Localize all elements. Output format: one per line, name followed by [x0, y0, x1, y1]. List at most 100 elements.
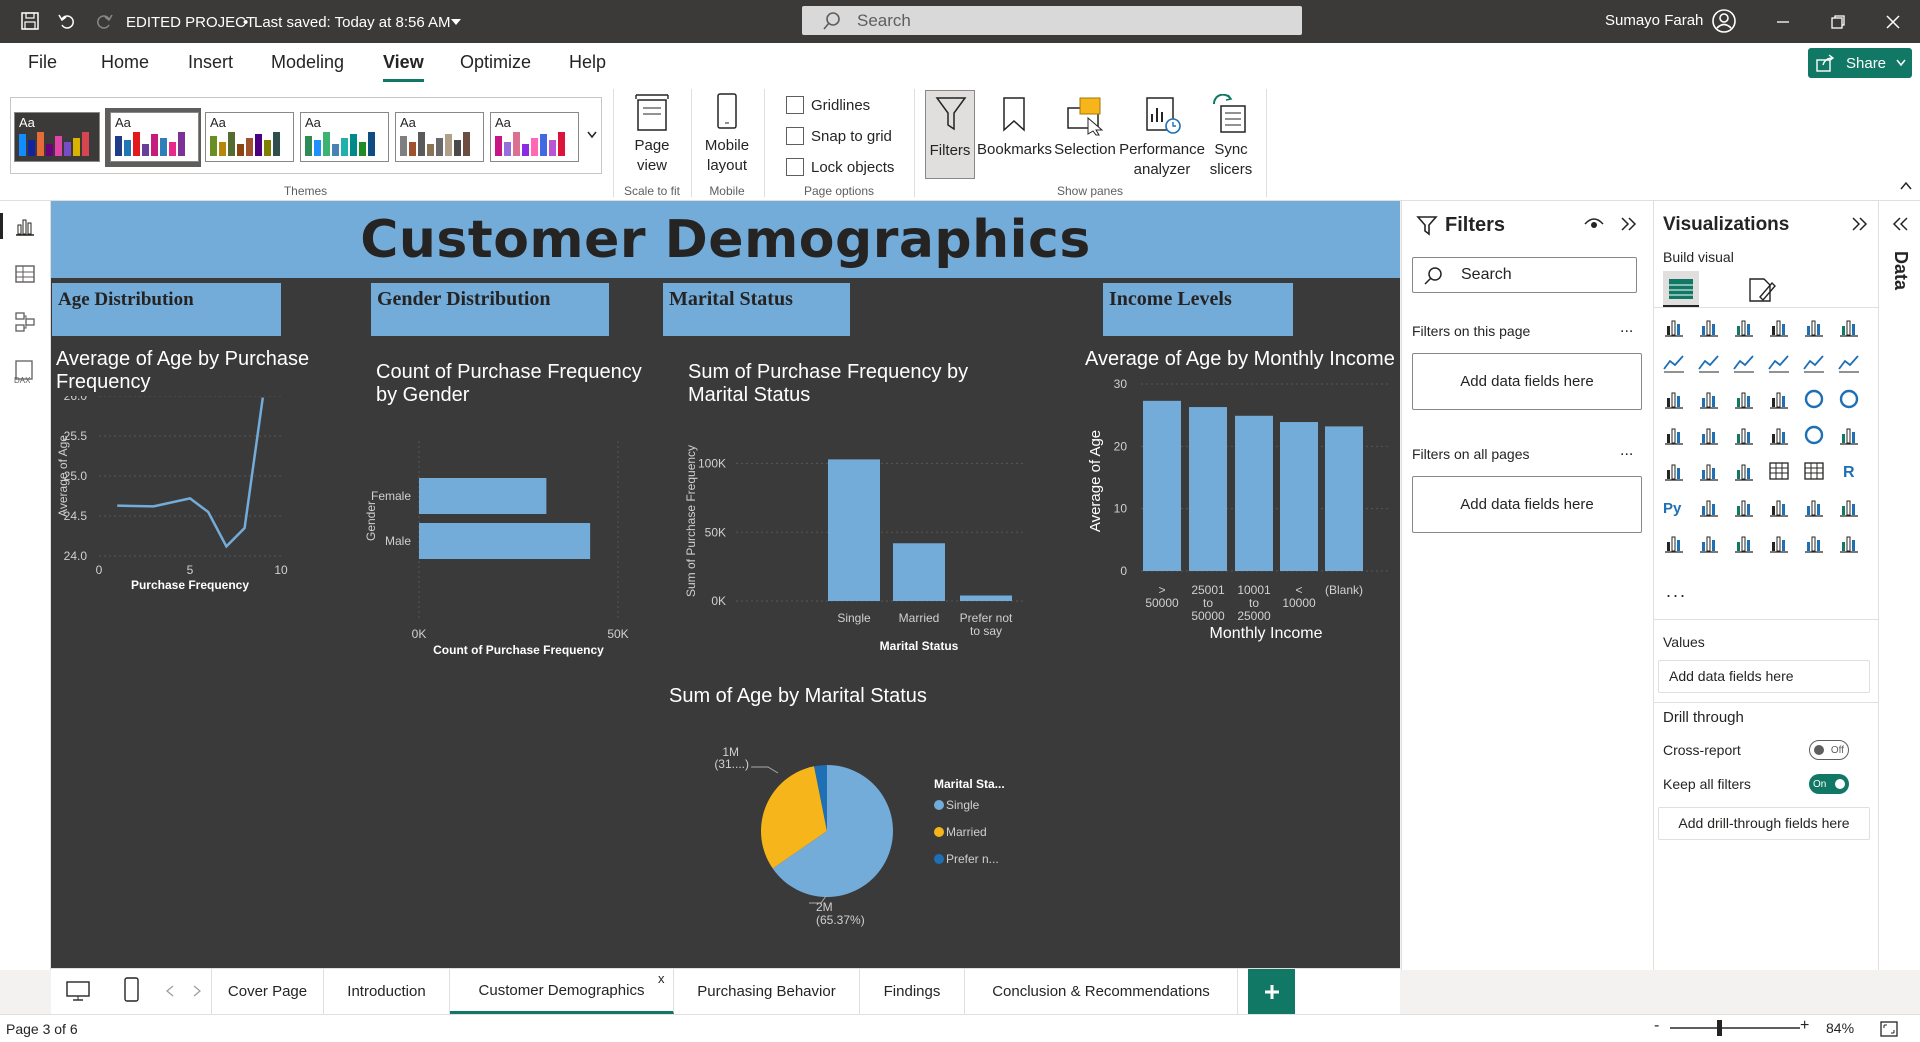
- pie-chart-icon[interactable]: [1802, 387, 1826, 411]
- qa-visual-icon[interactable]: [1767, 495, 1791, 519]
- filters-pane-button[interactable]: Filters: [925, 90, 975, 179]
- share-button[interactable]: Share: [1808, 48, 1912, 78]
- scroll-right-icon[interactable]: [192, 985, 202, 997]
- area-chart-icon[interactable]: [1697, 351, 1721, 375]
- collapse-pane-icon[interactable]: [1851, 216, 1869, 232]
- tab-close-icon[interactable]: x: [658, 971, 665, 986]
- more-options-icon[interactable]: ...: [1620, 442, 1633, 460]
- bookmarks-pane-button[interactable]: Bookmarks: [977, 90, 1052, 179]
- mobile-layout-button[interactable]: Mobile layout: [697, 89, 757, 179]
- age-by-income-bar-chart[interactable]: 3020100> 5000025001to5000010001to25000< …: [1081, 376, 1400, 656]
- filled-map-chart-icon[interactable]: [1732, 423, 1756, 447]
- funnel-chart-icon[interactable]: [1732, 387, 1756, 411]
- azure-ai-visual-icon[interactable]: [1767, 531, 1791, 555]
- page-view-button[interactable]: Page view: [623, 89, 681, 179]
- zoom-slider-handle[interactable]: [1717, 1020, 1722, 1036]
- card-chart-icon[interactable]: [1837, 423, 1861, 447]
- theme-option[interactable]: Aa: [14, 112, 100, 162]
- mobile-layout-icon[interactable]: [123, 976, 141, 1004]
- fit-to-page-icon[interactable]: [1880, 1020, 1898, 1038]
- dax-query-view-icon[interactable]: DAX: [12, 359, 38, 385]
- key-influencers-icon[interactable]: [1697, 495, 1721, 519]
- chevron-down-icon[interactable]: [450, 17, 462, 27]
- cross-report-toggle[interactable]: Off: [1809, 740, 1849, 760]
- save-icon[interactable]: [20, 11, 40, 31]
- menu-file[interactable]: File: [28, 52, 57, 73]
- theme-option[interactable]: Aa: [490, 112, 579, 162]
- frequency-by-gender-bar-chart[interactable]: Female Male 0K 50KCount of Purchase Frequen…: [361, 421, 681, 671]
- menu-home[interactable]: Home: [101, 52, 149, 73]
- tab-cover-page[interactable]: Cover Page: [212, 969, 324, 1014]
- model-view-icon[interactable]: [14, 311, 36, 333]
- theme-option[interactable]: Aa: [300, 112, 389, 162]
- performance-analyzer-button[interactable]: Performance analyzer: [1119, 90, 1205, 195]
- avatar-icon[interactable]: [1711, 8, 1737, 34]
- line-chart-icon[interactable]: [1662, 351, 1686, 375]
- multi-row-card-icon[interactable]: [1662, 459, 1686, 483]
- python-visual-icon[interactable]: Py: [1662, 495, 1686, 519]
- minimize-icon[interactable]: [1775, 14, 1791, 30]
- report-view-icon[interactable]: [14, 215, 36, 237]
- paginated-report-icon[interactable]: [1662, 531, 1686, 555]
- drill-through-dropzone[interactable]: Add drill-through fields here: [1658, 807, 1870, 840]
- treemap-chart-icon[interactable]: [1662, 423, 1686, 447]
- age-by-marital-pie-chart[interactable]: 2M(65.37%)1M(31....)Marital Sta...Single…: [671, 721, 1091, 951]
- menu-view[interactable]: View: [383, 52, 424, 82]
- more-visual-icon[interactable]: [1837, 531, 1861, 555]
- donut-chart-icon[interactable]: [1837, 387, 1861, 411]
- menu-modeling[interactable]: Modeling: [271, 52, 344, 73]
- scroll-left-icon[interactable]: [165, 985, 175, 997]
- lock-objects-checkbox[interactable]: [786, 158, 804, 176]
- power-automate-icon[interactable]: [1732, 531, 1756, 555]
- r-script-visual-icon[interactable]: R: [1837, 459, 1861, 483]
- tab-findings[interactable]: Findings: [860, 969, 965, 1014]
- waterfall-chart-icon[interactable]: [1697, 387, 1721, 411]
- stacked-area-chart-icon[interactable]: [1732, 351, 1756, 375]
- selection-pane-button[interactable]: Selection: [1051, 90, 1119, 179]
- snap-to-grid-checkbox[interactable]: [786, 127, 804, 145]
- zoom-out-icon[interactable]: -: [1654, 1017, 1659, 1035]
- collapse-pane-icon[interactable]: [1620, 216, 1638, 232]
- 100-stacked-column-chart-icon[interactable]: [1837, 315, 1861, 339]
- ribbon-chart-icon[interactable]: [1662, 387, 1686, 411]
- more-visuals-icon[interactable]: ...: [1666, 581, 1687, 602]
- zoom-in-icon[interactable]: +: [1800, 1017, 1809, 1035]
- gauge-chart-icon[interactable]: [1802, 423, 1826, 447]
- map-chart-icon[interactable]: [1697, 423, 1721, 447]
- zoom-level[interactable]: 84%: [1826, 1020, 1854, 1036]
- clustered-column-chart-icon[interactable]: [1767, 315, 1791, 339]
- collapse-ribbon-icon[interactable]: [1900, 181, 1912, 191]
- tab-customer-demographics[interactable]: Customer Demographics x: [450, 969, 674, 1014]
- redo-icon[interactable]: [94, 11, 114, 31]
- theme-option[interactable]: Aa: [110, 112, 199, 162]
- frequency-by-marital-bar-chart[interactable]: 100K 50K 0K Single Married Prefer notto say Ma…: [681, 416, 1041, 671]
- filters-on-page-dropzone[interactable]: Add data fields here: [1412, 353, 1642, 410]
- stacked-bar-chart-icon[interactable]: [1662, 315, 1686, 339]
- restore-icon[interactable]: [1830, 14, 1846, 30]
- theme-expand-icon[interactable]: [587, 131, 597, 139]
- format-visual-icon[interactable]: [1746, 275, 1776, 305]
- decomposition-tree-icon[interactable]: [1732, 495, 1756, 519]
- filters-on-all-pages-dropzone[interactable]: Add data fields here: [1412, 476, 1642, 533]
- desktop-layout-icon[interactable]: [65, 978, 91, 1004]
- age-by-frequency-line-chart[interactable]: 26.025.525.024.524.00 5 10Purchase Frequen…: [51, 396, 351, 646]
- 100-stacked-area-chart-icon[interactable]: [1767, 351, 1791, 375]
- keep-all-filters-toggle[interactable]: On: [1809, 774, 1849, 794]
- tab-introduction[interactable]: Introduction: [324, 969, 450, 1014]
- tab-conclusion-recommendations[interactable]: Conclusion & Recommendations: [965, 969, 1238, 1014]
- slicer-chart-icon[interactable]: [1732, 459, 1756, 483]
- sync-slicers-button[interactable]: Sync slicers: [1205, 90, 1257, 195]
- tab-purchasing-behavior[interactable]: Purchasing Behavior: [674, 969, 860, 1014]
- menu-insert[interactable]: Insert: [188, 52, 233, 73]
- gridlines-checkbox[interactable]: [786, 96, 804, 114]
- theme-option[interactable]: Aa: [395, 112, 484, 162]
- filters-search-input[interactable]: Search: [1412, 257, 1637, 293]
- more-options-icon[interactable]: ...: [1620, 319, 1633, 337]
- close-icon[interactable]: [1885, 14, 1901, 30]
- stacked-column-chart-icon[interactable]: [1697, 315, 1721, 339]
- 100-stacked-bar-chart-icon[interactable]: [1802, 315, 1826, 339]
- zoom-slider-track[interactable]: [1670, 1027, 1800, 1029]
- narrative-visual-icon[interactable]: [1802, 495, 1826, 519]
- azure-map-chart-icon[interactable]: [1767, 423, 1791, 447]
- menu-help[interactable]: Help: [569, 52, 606, 73]
